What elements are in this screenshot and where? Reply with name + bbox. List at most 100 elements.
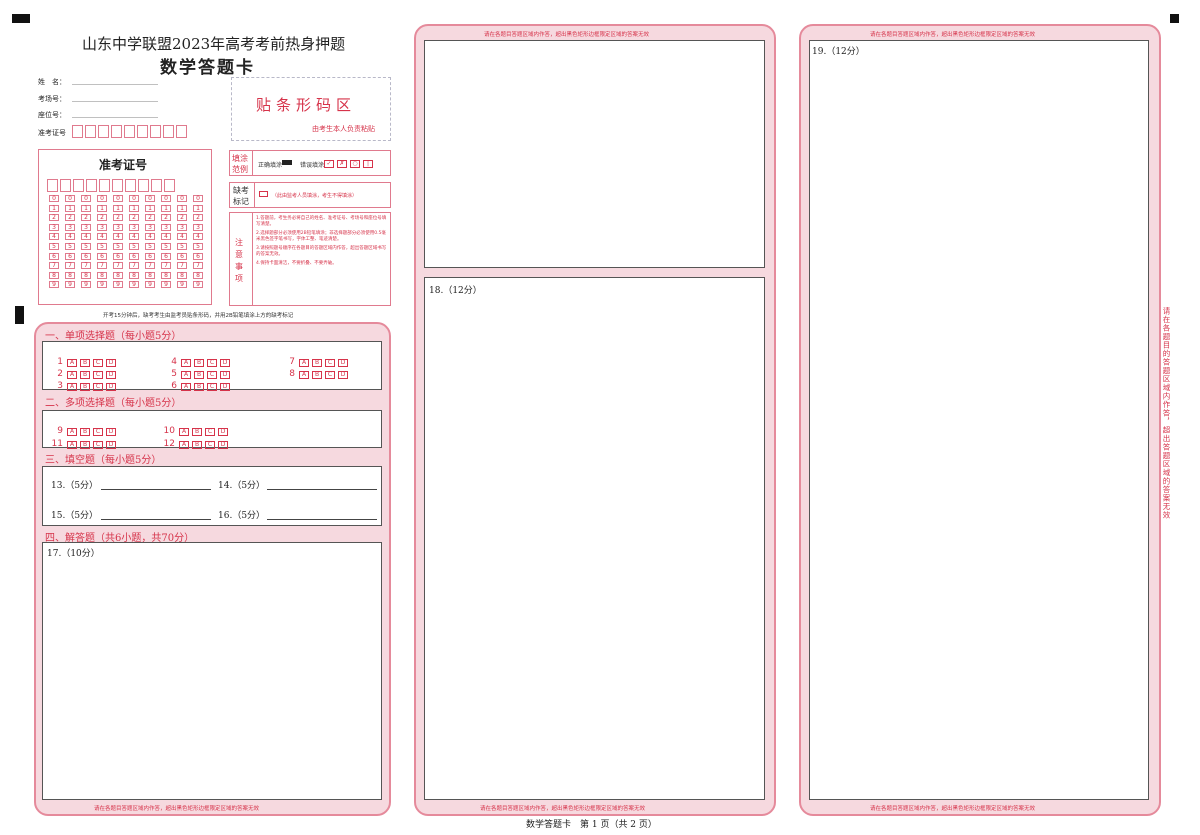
digit-bubble[interactable]: 4 xyxy=(193,233,203,241)
digit-bubble[interactable]: 0 xyxy=(161,195,171,202)
digit-bubble[interactable]: 3 xyxy=(145,223,155,231)
option-bubble[interactable]: D xyxy=(106,441,116,449)
digit-bubble[interactable]: 0 xyxy=(81,195,91,202)
digit-bubble[interactable]: 3 xyxy=(193,223,203,231)
digit-bubble[interactable]: 0 xyxy=(193,195,203,202)
digit-bubble[interactable]: 8 xyxy=(113,271,123,279)
option-bubble[interactable]: B xyxy=(192,441,202,449)
option-bubble[interactable]: D xyxy=(338,371,348,379)
digit-bubble[interactable]: 2 xyxy=(177,214,187,222)
digit-bubble[interactable]: 9 xyxy=(113,281,123,289)
blank-14-answer[interactable] xyxy=(267,489,377,490)
digit-bubble[interactable]: 2 xyxy=(97,214,107,222)
digit-bubble[interactable]: 8 xyxy=(145,271,155,279)
digit-bubble[interactable]: 5 xyxy=(177,242,187,250)
option-bubble[interactable]: B xyxy=(80,441,90,449)
digit-bubble[interactable]: 1 xyxy=(129,204,139,212)
digit-bubble[interactable]: 4 xyxy=(129,233,139,241)
digit-bubble[interactable]: 6 xyxy=(97,252,107,260)
room-field[interactable] xyxy=(72,101,158,102)
digit-bubble[interactable]: 7 xyxy=(81,262,91,270)
option-bubble[interactable]: C xyxy=(207,383,217,391)
digit-column[interactable]: 0 1 23 45 6 78 9 xyxy=(49,195,61,291)
digit-bubble[interactable]: 6 xyxy=(113,252,123,260)
digit-bubble[interactable]: 5 xyxy=(113,242,123,250)
digit-bubble[interactable]: 7 xyxy=(177,262,187,270)
digit-bubble[interactable]: 6 xyxy=(129,252,139,260)
digit-bubble[interactable]: 3 xyxy=(81,223,91,231)
digit-bubble[interactable]: 1 xyxy=(161,204,171,212)
digit-bubble[interactable]: 2 xyxy=(145,214,155,222)
option-bubble[interactable]: D xyxy=(106,383,116,391)
digit-bubble[interactable]: 2 xyxy=(65,214,75,222)
digit-bubble[interactable]: 8 xyxy=(177,271,187,279)
option-bubble[interactable]: C xyxy=(93,441,103,449)
digit-bubble[interactable]: 9 xyxy=(145,281,155,289)
digit-column[interactable]: 0 1 23 45 6 78 9 xyxy=(81,195,93,291)
digit-bubble[interactable]: 3 xyxy=(97,223,107,231)
digit-bubble[interactable]: 9 xyxy=(49,281,59,289)
option-bubble[interactable]: A xyxy=(67,441,77,449)
option-bubble[interactable]: A xyxy=(299,371,309,379)
digit-bubble[interactable]: 7 xyxy=(193,262,203,270)
digit-column[interactable]: 0 1 23 45 6 78 9 xyxy=(129,195,141,291)
digit-bubble[interactable]: 3 xyxy=(65,223,75,231)
digit-bubble[interactable]: 3 xyxy=(113,223,123,231)
digit-bubble[interactable]: 7 xyxy=(161,262,171,270)
digit-bubble[interactable]: 4 xyxy=(145,233,155,241)
digit-bubble[interactable]: 2 xyxy=(49,214,59,222)
digit-bubble[interactable]: 7 xyxy=(145,262,155,270)
digit-bubble[interactable]: 3 xyxy=(161,223,171,231)
digit-bubble[interactable]: 6 xyxy=(65,252,75,260)
digit-bubble[interactable]: 0 xyxy=(145,195,155,202)
absent-checkbox[interactable] xyxy=(259,191,268,197)
digit-bubble[interactable]: 7 xyxy=(97,262,107,270)
digit-bubble[interactable]: 3 xyxy=(129,223,139,231)
option-bubble[interactable]: A xyxy=(181,383,191,391)
digit-bubble[interactable]: 7 xyxy=(65,262,75,270)
digit-bubble[interactable]: 0 xyxy=(177,195,187,202)
digit-bubble[interactable]: 9 xyxy=(161,281,171,289)
digit-bubble[interactable]: 7 xyxy=(129,262,139,270)
digit-bubble[interactable]: 8 xyxy=(161,271,171,279)
digit-bubble[interactable]: 2 xyxy=(129,214,139,222)
digit-bubble[interactable]: 0 xyxy=(129,195,139,202)
digit-bubble[interactable]: 4 xyxy=(161,233,171,241)
digit-column[interactable]: 0 1 23 45 6 78 9 xyxy=(97,195,109,291)
id-boxes[interactable] xyxy=(72,123,189,142)
digit-bubble[interactable]: 5 xyxy=(65,242,75,250)
choice-question-row[interactable]: 8ABCD xyxy=(283,361,351,380)
digit-bubble[interactable]: 5 xyxy=(81,242,91,250)
choice-question-row[interactable]: 11 A B C D xyxy=(51,431,119,450)
option-bubble[interactable]: A xyxy=(67,383,77,391)
digit-bubble[interactable]: 0 xyxy=(97,195,107,202)
digit-bubble[interactable]: 1 xyxy=(49,204,59,212)
option-bubble[interactable]: D xyxy=(218,441,228,449)
digit-bubble[interactable]: 6 xyxy=(81,252,91,260)
digit-bubble[interactable]: 4 xyxy=(113,233,123,241)
option-bubble[interactable]: A xyxy=(179,441,189,449)
digit-bubble[interactable]: 9 xyxy=(97,281,107,289)
digit-column[interactable]: 0 1 23 45 6 78 9 xyxy=(193,195,205,291)
digit-bubble[interactable]: 7 xyxy=(113,262,123,270)
digit-bubble[interactable]: 4 xyxy=(97,233,107,241)
digit-bubble[interactable]: 9 xyxy=(129,281,139,289)
digit-bubble[interactable]: 4 xyxy=(49,233,59,241)
digit-bubble[interactable]: 5 xyxy=(193,242,203,250)
digit-bubble[interactable]: 8 xyxy=(81,271,91,279)
answer-area-17-cont[interactable] xyxy=(424,40,765,268)
digit-bubble[interactable]: 0 xyxy=(113,195,123,202)
digit-column[interactable]: 0 1 23 45 6 78 9 xyxy=(145,195,157,291)
digit-bubble[interactable]: 9 xyxy=(193,281,203,289)
answer-area-19[interactable]: 19.（12分） xyxy=(809,40,1149,800)
digit-bubble[interactable]: 7 xyxy=(49,262,59,270)
choice-question-row[interactable]: 12 A B C D xyxy=(163,431,231,450)
digit-bubble[interactable]: 6 xyxy=(177,252,187,260)
digit-column[interactable]: 0 1 23 45 6 78 9 xyxy=(161,195,173,291)
digit-bubble[interactable]: 4 xyxy=(81,233,91,241)
digit-bubble[interactable]: 6 xyxy=(145,252,155,260)
digit-bubble[interactable]: 5 xyxy=(49,242,59,250)
digit-bubble[interactable]: 8 xyxy=(49,271,59,279)
digit-bubble[interactable]: 1 xyxy=(193,204,203,212)
digit-bubble[interactable]: 1 xyxy=(113,204,123,212)
